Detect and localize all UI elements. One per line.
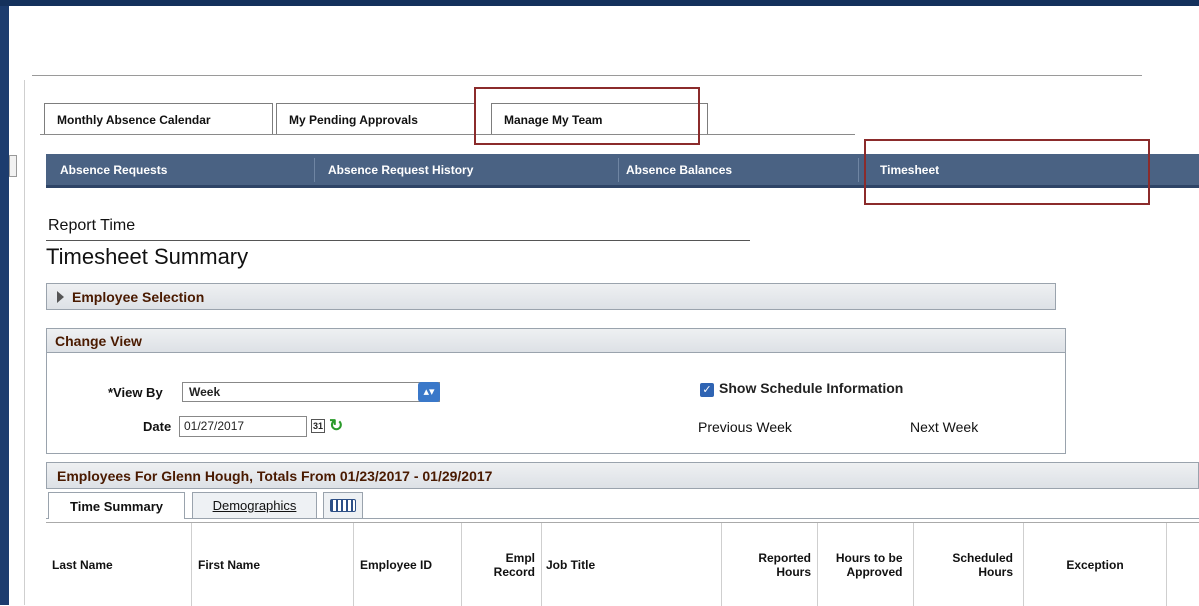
section-title: Change View xyxy=(55,332,142,349)
column-header-scheduled-hours[interactable]: Scheduled Hours xyxy=(914,523,1024,606)
grid-title: Employees For Glenn Hough, Totals From 0… xyxy=(57,467,493,484)
show-schedule-label: Show Schedule Information xyxy=(719,380,904,396)
nav-label: Absence Balances xyxy=(626,162,733,177)
calendar-icon[interactable]: 31 xyxy=(311,419,325,433)
column-header-first-name[interactable]: First Name xyxy=(192,523,354,606)
grid-column-headers: Last Name First Name Employee ID Empl Re… xyxy=(46,522,1199,606)
select-value: Week xyxy=(189,385,221,399)
nav-separator xyxy=(618,158,619,182)
column-label: Reported Hours xyxy=(758,550,811,579)
column-label: Last Name xyxy=(52,557,113,572)
nav-separator xyxy=(314,158,315,182)
window-top-bar xyxy=(0,0,1199,6)
highlight-manage-my-team xyxy=(474,87,700,145)
tab-label: My Pending Approvals xyxy=(289,112,418,127)
show-schedule-checkbox[interactable]: ✓ xyxy=(700,383,714,397)
grid-tab-label: Time Summary xyxy=(70,498,163,514)
page-title: Timesheet Summary xyxy=(46,244,249,269)
column-label: Exception xyxy=(1066,557,1124,572)
tab-monthly-absence-calendar[interactable]: Monthly Absence Calendar xyxy=(44,103,273,135)
employees-grid-header: Employees For Glenn Hough, Totals From 0… xyxy=(46,462,1199,489)
window-left-bar xyxy=(0,6,9,605)
column-label: Employee ID xyxy=(360,557,433,572)
collapse-handle[interactable] xyxy=(9,155,17,177)
tabs-underline xyxy=(40,134,855,135)
nav-label: Absence Requests xyxy=(60,162,168,177)
column-header-empl-record[interactable]: Empl Record xyxy=(462,523,542,606)
date-label: Date xyxy=(143,419,172,434)
grid-tab-label: Demographics xyxy=(212,498,297,513)
column-label: Scheduled Hours xyxy=(952,550,1013,579)
tab-demographics[interactable]: Demographics xyxy=(192,492,317,519)
nav-label: Absence Request History xyxy=(328,162,474,177)
heading-rule xyxy=(46,240,750,241)
left-divider xyxy=(24,80,25,605)
date-value: 01/27/2017 xyxy=(184,419,245,433)
change-view-header: Change View xyxy=(46,328,1066,353)
expand-triangle-icon xyxy=(57,290,64,303)
column-header-job-title[interactable]: Job Title xyxy=(542,523,722,606)
show-all-columns-tab[interactable] xyxy=(323,492,363,519)
column-label: First Name xyxy=(198,557,261,572)
report-time-heading: Report Time xyxy=(48,217,136,234)
column-header-hours-to-be-approved[interactable]: Hours to be Approved xyxy=(818,523,914,606)
tab-my-pending-approvals[interactable]: My Pending Approvals xyxy=(276,103,476,135)
nav-absence-balances[interactable]: Absence Balances xyxy=(626,154,732,185)
refresh-icon[interactable]: ↻ xyxy=(329,416,343,436)
previous-week-link[interactable]: Previous Week xyxy=(698,419,792,435)
tab-time-summary[interactable]: Time Summary xyxy=(48,492,185,519)
page-divider xyxy=(32,75,1142,76)
column-header-exception[interactable]: Exception xyxy=(1024,523,1167,606)
column-label: Job Title xyxy=(546,557,596,572)
nav-absence-requests[interactable]: Absence Requests xyxy=(60,154,167,185)
select-arrows-icon[interactable]: ▴▾ xyxy=(418,382,440,402)
column-header-reported-hours[interactable]: Reported Hours xyxy=(722,523,818,606)
column-header-employee-id[interactable]: Employee ID xyxy=(354,523,462,606)
view-by-label: *View By xyxy=(108,385,163,400)
employee-selection-toggle[interactable]: Employee Selection xyxy=(46,283,1056,310)
date-input[interactable]: 01/27/2017 xyxy=(179,416,307,437)
column-label: Hours to be Approved xyxy=(835,550,903,579)
next-week-link[interactable]: Next Week xyxy=(910,419,978,435)
column-header-last-name[interactable]: Last Name xyxy=(46,523,192,606)
nav-separator xyxy=(858,158,859,182)
show-all-columns-icon xyxy=(330,499,356,512)
column-label: Empl Record xyxy=(493,550,535,579)
view-by-select[interactable]: Week xyxy=(182,382,440,402)
highlight-timesheet xyxy=(864,139,1150,205)
nav-absence-request-history[interactable]: Absence Request History xyxy=(328,154,473,185)
tab-label: Monthly Absence Calendar xyxy=(57,112,211,127)
section-title: Employee Selection xyxy=(72,288,205,305)
